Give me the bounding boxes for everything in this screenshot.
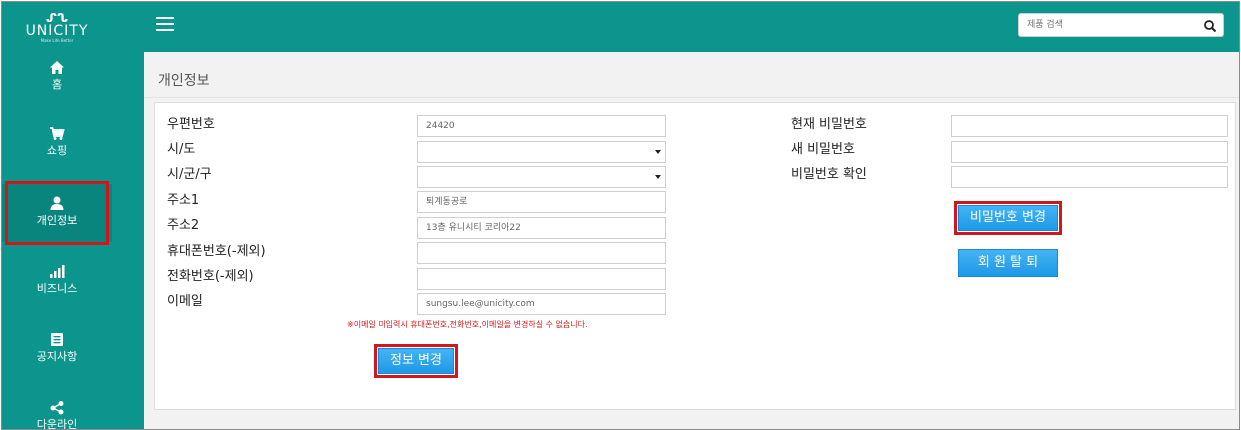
- title-divider: [144, 97, 1239, 98]
- caret-down-icon: [655, 150, 661, 154]
- search-input[interactable]: [1019, 14, 1215, 36]
- email-input[interactable]: sungsu.lee@unicity.com: [417, 293, 666, 315]
- address1-input[interactable]: 퇴계동공로: [417, 191, 666, 213]
- chart-icon: [2, 264, 112, 282]
- sidebar-item-label: 비즈니스: [36, 282, 78, 295]
- confirm-password-label: 비밀번호 확인: [791, 167, 867, 182]
- app-frame: ᔑᔐ UNICITY Make Life Better 홈 쇼핑 개인정보 비즈…: [1, 1, 1240, 430]
- address1-label: 주소1: [167, 193, 200, 208]
- share-icon: [2, 400, 112, 418]
- withdraw-button[interactable]: 회 원 탈 퇴: [958, 249, 1058, 277]
- mobile-input[interactable]: [417, 242, 666, 264]
- cart-icon: [2, 126, 112, 144]
- menu-toggle-icon[interactable]: [156, 17, 174, 33]
- change-password-button[interactable]: 비밀번호 변경: [958, 205, 1058, 231]
- phone-input[interactable]: [417, 268, 666, 290]
- phone-label: 전화번호(-제외): [167, 269, 254, 284]
- top-bar: [112, 2, 1239, 52]
- new-password-input[interactable]: [951, 141, 1228, 163]
- sidebar-item-shopping[interactable]: 쇼핑: [2, 126, 112, 158]
- postal-code-input[interactable]: 24420: [417, 115, 666, 137]
- home-icon: [2, 60, 112, 78]
- district-label: 시/군/구: [167, 167, 212, 182]
- search-icon[interactable]: [1203, 18, 1217, 33]
- notice-icon: [2, 332, 112, 350]
- brand-name: UNICITY: [25, 23, 89, 39]
- current-password-label: 현재 비밀번호: [791, 117, 867, 132]
- current-password-input[interactable]: [951, 115, 1228, 137]
- sidebar-item-notice[interactable]: 공지사항: [2, 332, 112, 364]
- sidebar-item-label: 다운라인: [36, 418, 78, 430]
- sidebar-item-label: 홈: [51, 78, 63, 91]
- city-select[interactable]: [417, 141, 666, 163]
- brand-tagline: Make Life Better: [40, 38, 74, 43]
- email-notice: ※이메일 미입력시 휴대폰번호,전화번호,이메일을 변경하실 수 없습니다.: [347, 320, 588, 329]
- profile-form-card: 우편번호 24420 시/도 시/군/구 주소1 퇴계동공로 주소2 13층 유…: [154, 102, 1236, 410]
- confirm-password-input[interactable]: [951, 166, 1228, 188]
- sidebar: ᔑᔐ UNICITY Make Life Better 홈 쇼핑 개인정보 비즈…: [2, 2, 144, 429]
- city-label: 시/도: [167, 142, 196, 157]
- product-search: [1018, 13, 1224, 37]
- caret-down-icon: [655, 175, 661, 179]
- sidebar-item-profile[interactable]: 개인정보: [2, 184, 112, 242]
- sidebar-item-business[interactable]: 비즈니스: [2, 264, 112, 296]
- district-select[interactable]: [417, 166, 666, 188]
- sidebar-item-label: 쇼핑: [46, 144, 68, 157]
- brand-logo[interactable]: ᔑᔐ UNICITY Make Life Better: [2, 12, 112, 44]
- email-label: 이메일: [167, 294, 203, 309]
- sidebar-item-home[interactable]: 홈: [2, 60, 112, 92]
- user-icon: [2, 196, 112, 214]
- sidebar-item-label: 공지사항: [36, 350, 78, 363]
- page-title: 개인정보: [158, 73, 210, 89]
- main-content: 개인정보 우편번호 24420 시/도 시/군/구 주소1 퇴계동공로 주소2 …: [144, 52, 1239, 429]
- update-info-button[interactable]: 정보 변경: [378, 348, 454, 374]
- sidebar-item-label: 개인정보: [36, 214, 78, 227]
- sidebar-item-downline[interactable]: 다운라인: [2, 400, 112, 430]
- mobile-label: 휴대폰번호(-제외): [167, 244, 266, 259]
- new-password-label: 새 비밀번호: [791, 142, 855, 157]
- address2-label: 주소2: [167, 218, 200, 233]
- postal-code-label: 우편번호: [167, 117, 215, 132]
- address2-input[interactable]: 13층 유니시티 코리아22: [417, 217, 666, 239]
